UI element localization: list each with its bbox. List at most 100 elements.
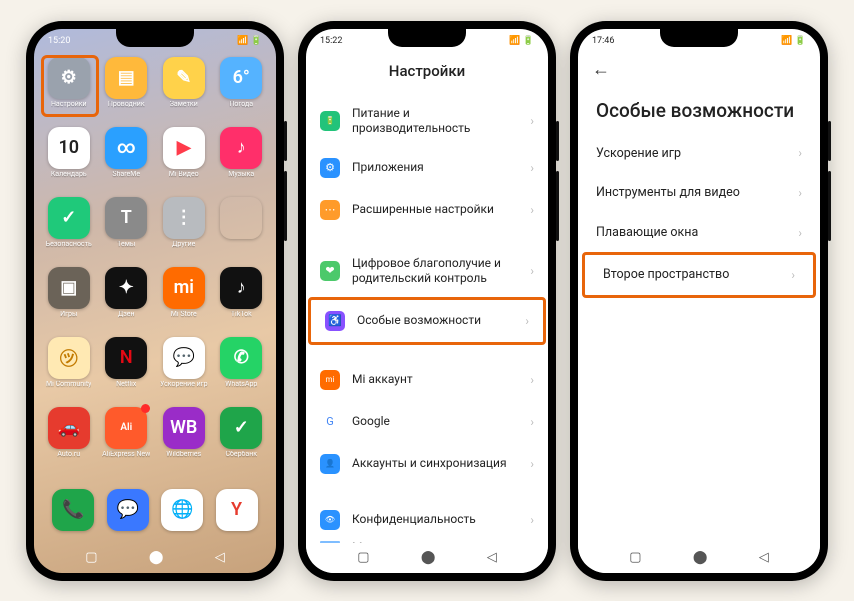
settings-row[interactable]: 👁Конфиденциальность› xyxy=(306,499,548,541)
nav-back-icon[interactable]: ◁ xyxy=(215,550,225,565)
app-tiktok[interactable]: ♪TikTok xyxy=(215,267,269,331)
settings-row[interactable]: ♿Особые возможности› xyxy=(308,297,546,345)
row-icon: G xyxy=(320,412,340,432)
app-mi-store[interactable]: miMi Store xyxy=(157,267,211,331)
app-icon: ▣ xyxy=(48,267,90,309)
app-музыка[interactable]: ♪Музыка xyxy=(215,127,269,191)
app-проводник[interactable]: ▤Проводник xyxy=(100,57,154,121)
special-list[interactable]: Ускорение игр›Инструменты для видео›Плав… xyxy=(578,130,820,543)
dock-app[interactable]: 📞 xyxy=(52,489,94,531)
app-shareme[interactable]: ∞ShareMe xyxy=(100,127,154,191)
back-icon[interactable]: ← xyxy=(592,59,610,80)
chevron-right-icon: › xyxy=(791,268,795,282)
nav-recent-icon[interactable]: ▢ xyxy=(357,550,369,565)
row-icon: mi xyxy=(320,370,340,390)
app-mi-видео[interactable]: ▶Mi Видео xyxy=(157,127,211,191)
app-label: Ускорение игр xyxy=(160,381,208,389)
app-label: Заметки xyxy=(170,101,198,109)
status-time: 15:20 xyxy=(48,36,70,46)
app-empty xyxy=(215,197,269,261)
dock: 📞 💬 🌐 Y xyxy=(34,481,276,543)
nav-bar[interactable]: ▢ ⬤ ◁ xyxy=(34,543,276,573)
app-label: Дзен xyxy=(118,311,135,319)
dock-app[interactable]: 💬 xyxy=(107,489,149,531)
app-label: Netflix xyxy=(116,381,136,389)
app-icon: ♪ xyxy=(220,127,262,169)
chevron-right-icon: › xyxy=(530,203,534,217)
row-icon: ⋯ xyxy=(320,200,340,220)
row-icon: 👁 xyxy=(320,510,340,530)
special-row[interactable]: Инструменты для видео› xyxy=(578,173,820,213)
phone-special: 17:46 📶 🔋 ← Особые возможности Ускорение… xyxy=(570,21,828,581)
special-row[interactable]: Второе пространство› xyxy=(582,252,816,298)
app-icon: mi xyxy=(163,267,205,309)
app-icon: ✦ xyxy=(105,267,147,309)
settings-row[interactable]: 👤Аккаунты и синхронизация› xyxy=(306,443,548,485)
settings-row[interactable]: GGoogle› xyxy=(306,401,548,443)
nav-back-icon[interactable]: ◁ xyxy=(487,550,497,565)
settings-row[interactable]: 🔋Питание и производительность› xyxy=(306,95,548,147)
app-label: Mi Видео xyxy=(169,171,199,179)
app-mi-community[interactable]: ㋡Mi Community xyxy=(42,337,96,401)
row-label: Инструменты для видео xyxy=(596,185,786,201)
app-netflix[interactable]: NNetflix xyxy=(100,337,154,401)
page-title: Особые возможности xyxy=(578,85,820,130)
nav-recent-icon[interactable]: ▢ xyxy=(85,550,97,565)
settings-row[interactable]: 📍Местоположение› xyxy=(306,541,548,543)
nav-back-icon[interactable]: ◁ xyxy=(759,550,769,565)
nav-bar[interactable]: ▢ ⬤ ◁ xyxy=(306,543,548,573)
app-aliexpress-new[interactable]: AliAliExpress New xyxy=(100,407,154,471)
app-сбербанк[interactable]: ✓Сбербанк xyxy=(215,407,269,471)
app-auto.ru[interactable]: 🚗Auto.ru xyxy=(42,407,96,471)
app-игры[interactable]: ▣ Игры xyxy=(42,267,96,331)
app-ускорение-игр[interactable]: 💬Ускорение игр xyxy=(157,337,211,401)
row-label: Google xyxy=(352,414,518,429)
app-другие[interactable]: ⋮Другие xyxy=(157,197,211,261)
chevron-right-icon: › xyxy=(530,457,534,471)
settings-row[interactable]: ⚙Приложения› xyxy=(306,147,548,189)
dock-app[interactable]: 🌐 xyxy=(161,489,203,531)
power-button xyxy=(556,171,559,241)
nav-home-icon[interactable]: ⬤ xyxy=(421,550,436,565)
row-label: Цифровое благополучие и родительский кон… xyxy=(352,256,518,286)
app-label: Игры xyxy=(60,311,77,319)
settings-row[interactable]: miMi аккаунт› xyxy=(306,359,548,401)
volume-button xyxy=(284,121,287,161)
app-whatsapp[interactable]: ✆WhatsApp xyxy=(215,337,269,401)
app-темы[interactable]: TТемы xyxy=(100,197,154,261)
dock-app[interactable]: Y xyxy=(216,489,258,531)
nav-home-icon[interactable]: ⬤ xyxy=(693,550,708,565)
app-заметки[interactable]: ✎Заметки xyxy=(157,57,211,121)
row-icon: ⚙ xyxy=(320,158,340,178)
special-row[interactable]: Ускорение игр› xyxy=(578,134,820,174)
app-дзен[interactable]: ✦ Дзен xyxy=(100,267,154,331)
back-row[interactable]: ← xyxy=(578,51,820,85)
app-icon: WB xyxy=(163,407,205,449)
app-безопасность[interactable]: ✓Безопасность xyxy=(42,197,96,261)
app-настройки[interactable]: ⚙Настройки xyxy=(42,57,96,121)
screen-special: 17:46 📶 🔋 ← Особые возможности Ускорение… xyxy=(578,29,820,573)
chevron-right-icon: › xyxy=(798,226,802,240)
screen-settings: 15:22 📶 🔋 Настройки 🔋Питание и производи… xyxy=(306,29,548,573)
row-label: Плавающие окна xyxy=(596,225,786,241)
app-icon: ✓ xyxy=(220,407,262,449)
app-icon: ♪ xyxy=(220,267,262,309)
row-label: Аккаунты и синхронизация xyxy=(352,456,518,471)
row-label: Mi аккаунт xyxy=(352,372,518,387)
app-icon: Ali xyxy=(105,407,147,449)
nav-recent-icon[interactable]: ▢ xyxy=(629,550,641,565)
app-grid: ⚙Настройки▤Проводник✎Заметки6°Погода 10Ка… xyxy=(34,51,276,481)
settings-list[interactable]: 🔋Питание и производительность›⚙Приложени… xyxy=(306,91,548,543)
status-icons: 📶 🔋 xyxy=(237,36,262,46)
app-label: ShareMe xyxy=(112,171,140,179)
app-wildberries[interactable]: WBWildberries xyxy=(157,407,211,471)
app-погода[interactable]: 6°Погода xyxy=(215,57,269,121)
nav-home-icon[interactable]: ⬤ xyxy=(149,550,164,565)
settings-row[interactable]: ⋯Расширенные настройки› xyxy=(306,189,548,231)
app-календарь[interactable]: 10Календарь xyxy=(42,127,96,191)
nav-bar[interactable]: ▢ ⬤ ◁ xyxy=(578,543,820,573)
special-row[interactable]: Плавающие окна › xyxy=(578,213,820,253)
volume-button xyxy=(828,121,831,161)
app-icon: ✆ xyxy=(220,337,262,379)
settings-row[interactable]: ❤Цифровое благополучие и родительский ко… xyxy=(306,245,548,297)
